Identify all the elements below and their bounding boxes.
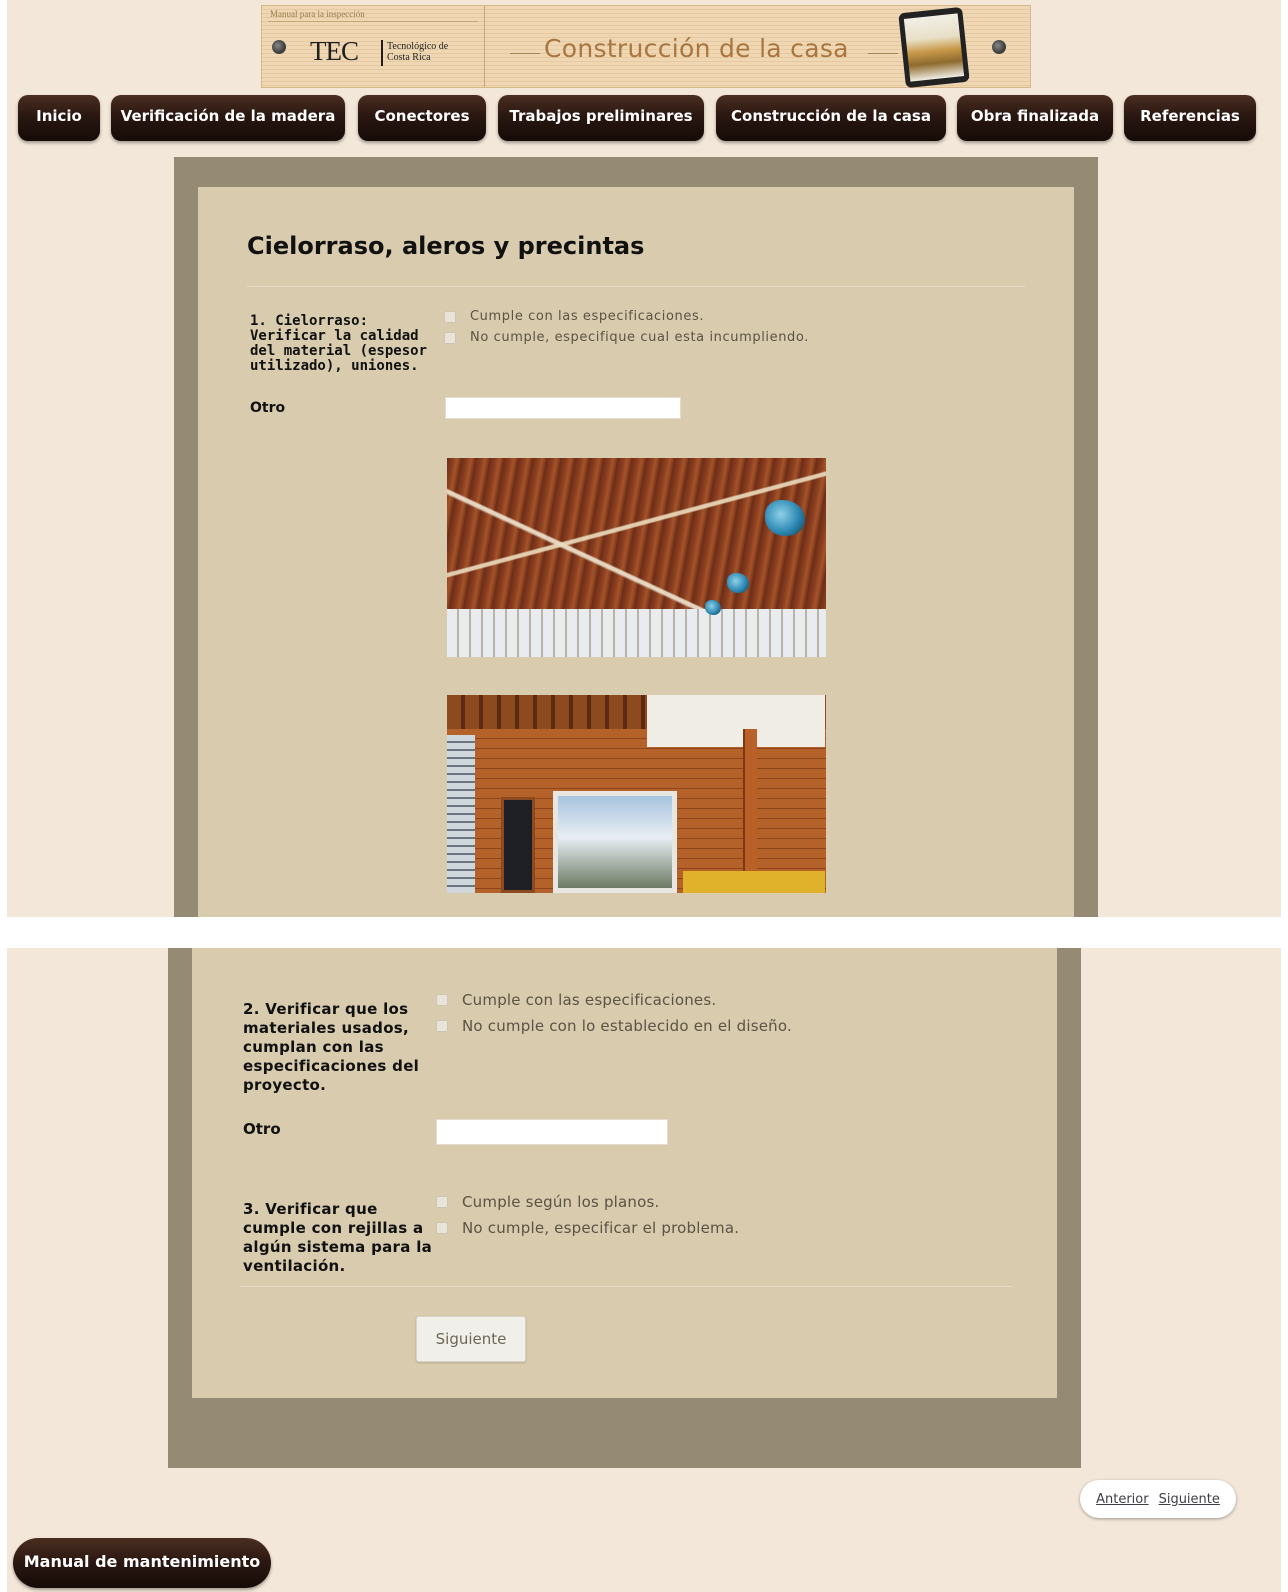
q1-option-cumple-label: Cumple con las especificaciones.: [470, 309, 705, 324]
manual-mantenimiento-button[interactable]: Manual de mantenimiento: [13, 1538, 271, 1588]
nav-referencias[interactable]: Referencias: [1124, 95, 1256, 141]
q3-option-no-cumple-label: No cumple, especificar el problema.: [462, 1219, 740, 1237]
nav-verificacion-madera[interactable]: Verificación de la madera: [111, 95, 345, 141]
q2-otro-label: Otro: [243, 1120, 281, 1138]
form-panel: 2. Verificar que los materiales usados, …: [192, 948, 1057, 1398]
question-1-label: 1. Cielorraso: Verificar la calidad del …: [250, 313, 428, 374]
nav-inicio[interactable]: Inicio: [18, 95, 100, 141]
tagline-rule: [268, 21, 478, 22]
form-panel: Cielorraso, aleros y precintas 1. Cielor…: [198, 187, 1074, 917]
question-3-label: 3. Verificar que cumple con rejillas a a…: [243, 1200, 433, 1275]
nav-construccion-casa[interactable]: Construcción de la casa: [716, 95, 946, 141]
banner-title: Construcción de la casa: [544, 34, 849, 63]
main-nav: Inicio Verificación de la madera Conecto…: [7, 95, 1281, 143]
q1-option-no-cumple-label: No cumple, especifique cual esta incumpl…: [470, 330, 809, 345]
title-rule-left: [510, 53, 540, 54]
banner-tagline: Manual para la inspección: [270, 9, 365, 19]
q2-option-no-cumple[interactable]: No cumple con lo establecido en el diseñ…: [436, 1017, 792, 1035]
q2-option-cumple-label: Cumple con las especificaciones.: [462, 991, 717, 1009]
prev-link[interactable]: Anterior: [1096, 1492, 1148, 1507]
butterfly-decoration: [705, 600, 721, 615]
title-rule-right: [868, 53, 898, 54]
content-frame: Cielorraso, aleros y precintas 1. Cielor…: [174, 157, 1098, 917]
bolt-icon: [992, 40, 1006, 54]
title-divider: [247, 286, 1025, 287]
ceiling-photo-1: [447, 458, 826, 657]
next-button[interactable]: Siguiente: [416, 1316, 526, 1362]
form-divider: [240, 1286, 1012, 1287]
content-frame: 2. Verificar que los materiales usados, …: [168, 948, 1081, 1468]
tec-logo-subtitle: Tecnológico de Costa Rica: [387, 41, 449, 63]
checkbox[interactable]: [436, 1196, 448, 1208]
checkbox[interactable]: [436, 1020, 448, 1032]
q1-otro-label: Otro: [250, 400, 286, 416]
nav-conectores[interactable]: Conectores: [358, 95, 486, 141]
tec-logo: TEC: [310, 36, 359, 66]
checkbox[interactable]: [444, 331, 456, 344]
q1-otro-input[interactable]: [445, 397, 681, 419]
q2-otro-input[interactable]: [436, 1119, 668, 1145]
checkbox[interactable]: [436, 994, 448, 1006]
banner-divider: [484, 6, 485, 87]
tablet-icon: [898, 6, 970, 89]
bolt-icon: [272, 40, 286, 54]
butterfly-decoration: [727, 573, 749, 593]
q2-option-no-cumple-label: No cumple con lo establecido en el diseñ…: [462, 1017, 792, 1035]
q1-option-cumple[interactable]: Cumple con las especificaciones.: [444, 309, 704, 324]
q3-option-no-cumple[interactable]: No cumple, especificar el problema.: [436, 1219, 739, 1237]
checkbox[interactable]: [436, 1222, 448, 1234]
eave-photo-2: [447, 695, 826, 893]
checkbox[interactable]: [444, 310, 456, 323]
q2-option-cumple[interactable]: Cumple con las especificaciones.: [436, 991, 716, 1009]
q1-option-no-cumple[interactable]: No cumple, especifique cual esta incumpl…: [444, 330, 809, 345]
logo-divider: [381, 40, 383, 66]
next-link[interactable]: Siguiente: [1159, 1492, 1220, 1507]
q3-option-cumple-label: Cumple según los planos.: [462, 1193, 660, 1211]
nav-trabajos-preliminares[interactable]: Trabajos preliminares: [498, 95, 704, 141]
page-capture-top: Manual para la inspección TEC Tecnológic…: [7, 0, 1281, 917]
butterfly-decoration: [765, 500, 805, 536]
question-2-label: 2. Verificar que los materiales usados, …: [243, 1000, 420, 1094]
nav-obra-finalizada[interactable]: Obra finalizada: [957, 95, 1113, 141]
page-title: Cielorraso, aleros y precintas: [247, 232, 645, 260]
header-banner: Manual para la inspección TEC Tecnológic…: [261, 5, 1031, 89]
pager: Anterior Siguiente: [1080, 1480, 1236, 1518]
q3-option-cumple[interactable]: Cumple según los planos.: [436, 1193, 660, 1211]
page-capture-bottom: 2. Verificar que los materiales usados, …: [7, 948, 1281, 1592]
